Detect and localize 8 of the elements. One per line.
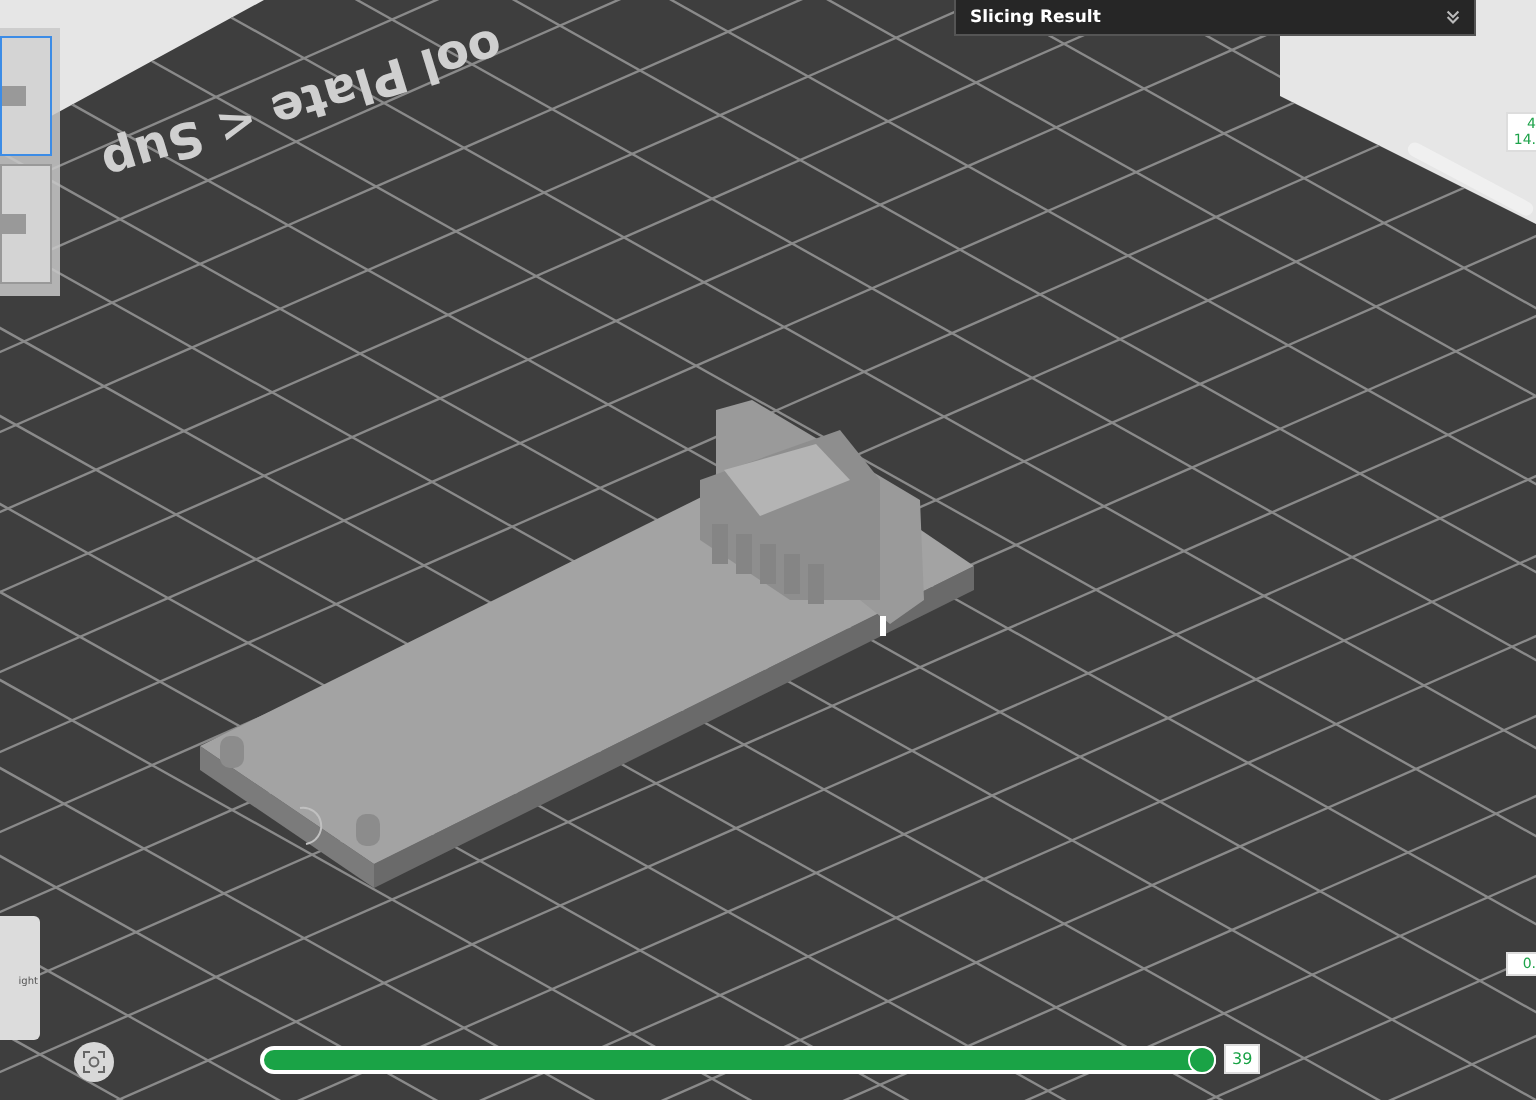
layer-slider-track[interactable] xyxy=(260,1045,1216,1073)
plate-thumbnail[interactable] xyxy=(0,36,52,156)
focus-frame-icon xyxy=(82,1050,106,1074)
slicing-result-title: Slicing Result xyxy=(970,7,1101,27)
layer-number: 39 xyxy=(1224,1044,1261,1074)
slicing-result-header[interactable]: Slicing Result xyxy=(954,0,1476,36)
plate-thumbnail[interactable] xyxy=(0,164,52,284)
plate-label: ool Plate < Sup xyxy=(95,16,509,192)
